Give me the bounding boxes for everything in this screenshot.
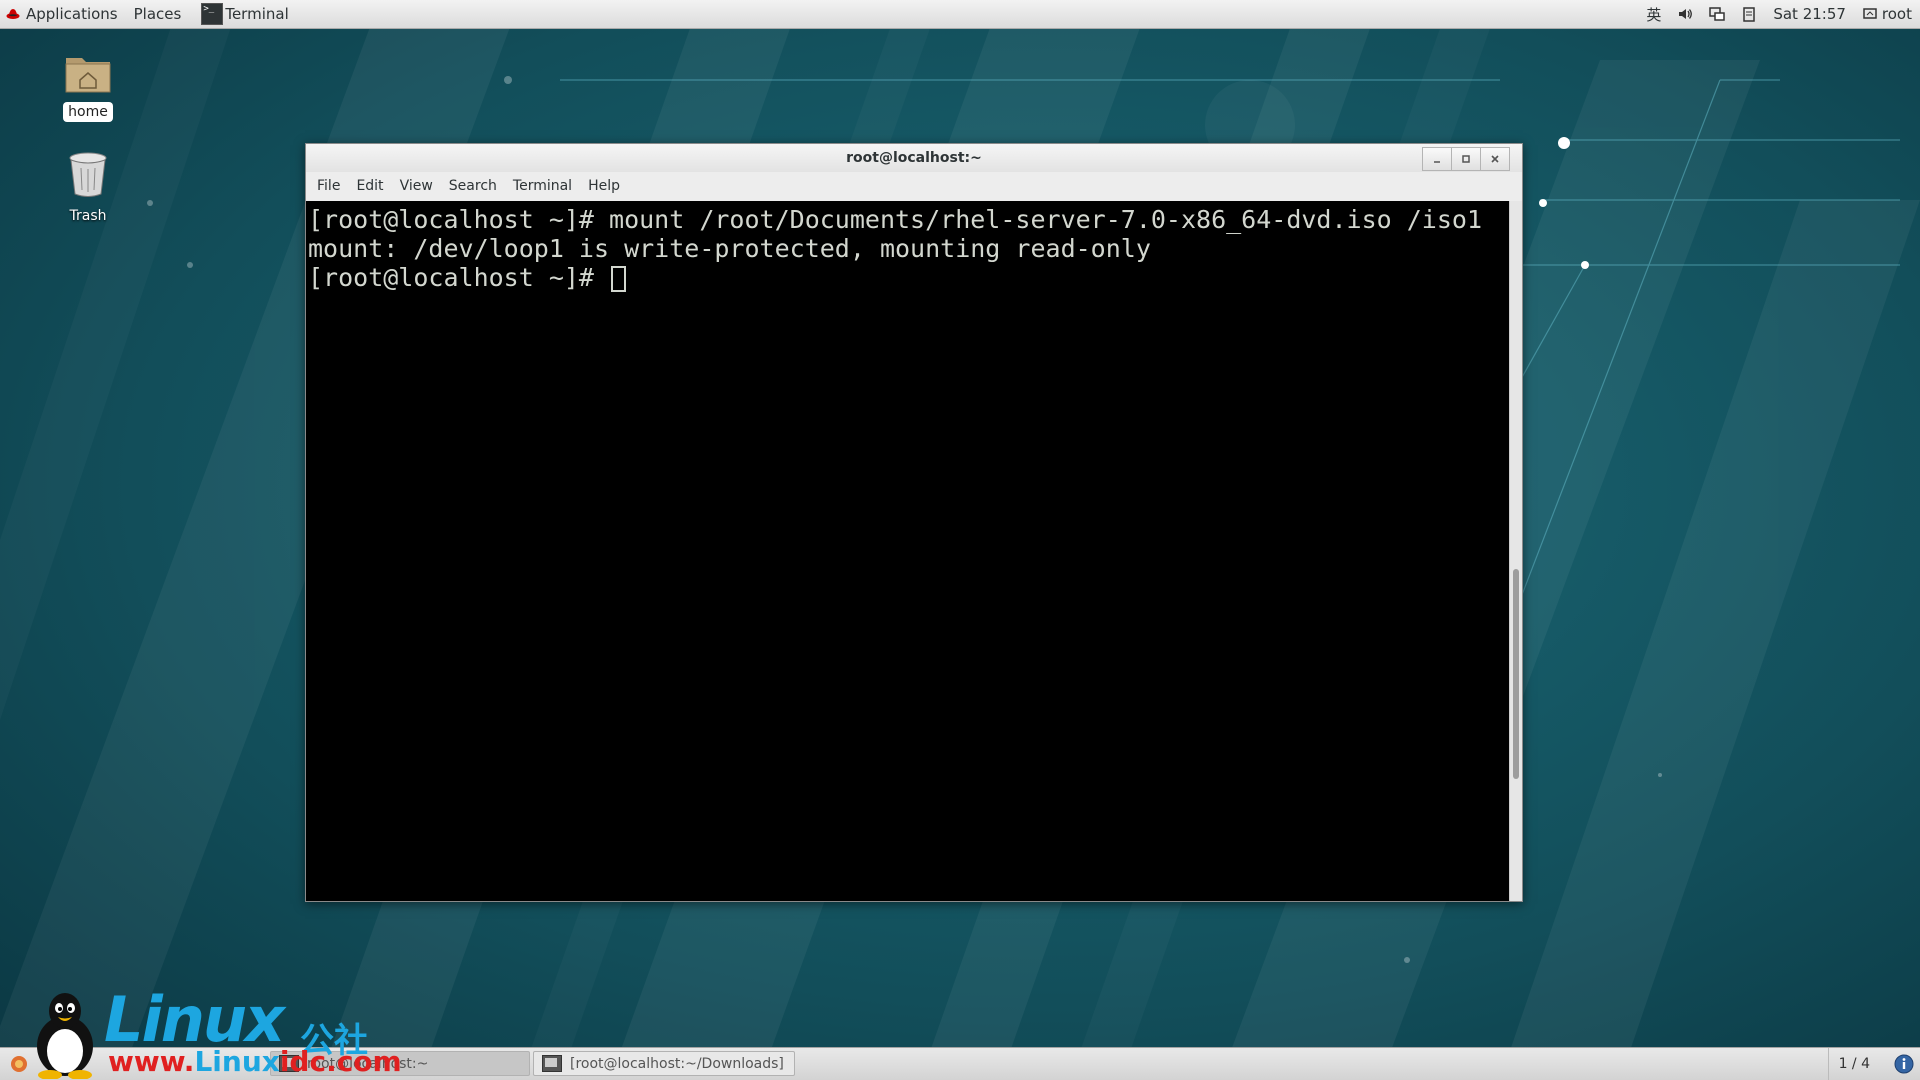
active-app-terminal[interactable]: Terminal [193,0,296,28]
close-icon [1491,155,1499,163]
maximize-icon [1462,155,1470,163]
system-tray: 英 Sat 21:57 root [1638,0,1920,28]
watermark-url-suffix: idc.com [279,1045,402,1078]
user-label: root [1881,5,1912,23]
window-controls [1422,147,1510,171]
menu-terminal[interactable]: Terminal [505,178,580,194]
input-method-indicator[interactable]: 英 [1638,4,1669,25]
notification-icon[interactable] [1894,1054,1914,1074]
terminal-line: [root@localhost ~]# mount /root/Document… [308,205,1482,234]
menu-search[interactable]: Search [441,178,505,194]
terminal-prompt: [root@localhost ~]# [308,263,610,292]
redhat-logo-icon [6,9,20,19]
window-titlebar[interactable]: root@localhost:~ [306,144,1522,172]
trash-label: Trash [69,208,107,224]
volume-icon[interactable] [1669,6,1701,22]
user-menu[interactable]: root [1854,5,1920,23]
clock[interactable]: Sat 21:57 [1765,5,1854,23]
trash-icon [69,152,107,197]
places-menu[interactable]: Places [126,0,190,28]
window-title: root@localhost:~ [846,150,982,166]
close-button[interactable] [1480,147,1510,171]
watermark-brand: Linux [104,983,285,1056]
watermark-url-accent: Linux [194,1045,280,1078]
terminal-cursor [611,266,627,292]
minimize-button[interactable] [1422,147,1452,171]
applications-label: Applications [26,5,118,23]
taskbar-label: [root@localhost:~/Downloads] [570,1055,784,1072]
terminal-scrollbar[interactable] [1509,201,1522,901]
terminal-prompt-line: [root@localhost ~]# [308,263,1507,292]
terminal-icon [201,3,224,25]
places-label: Places [133,5,182,23]
tux-penguin-icon [37,993,93,1079]
maximize-button[interactable] [1451,147,1481,171]
menu-edit[interactable]: Edit [348,178,391,194]
taskbar-item-terminal-downloads[interactable]: [root@localhost:~/Downloads] [533,1051,795,1076]
terminal-icon [542,1055,562,1072]
desktop-icon-home[interactable]: home [43,50,133,122]
terminal-line: mount: /dev/loop1 is write-protected, mo… [308,234,1151,263]
clipboard-icon[interactable] [1733,6,1765,22]
watermark-logo: Linux 公社 www.Linuxidc.com [20,983,402,1080]
applications-menu[interactable]: Applications [0,0,126,28]
minimize-icon [1434,161,1440,163]
terminal-window: root@localhost:~ File Edit View Search T… [305,143,1523,902]
workspace-switcher[interactable]: 1 / 4 [1827,1048,1880,1080]
top-panel: Applications Places Terminal 英 Sat 21:57… [0,0,1920,29]
active-app-label: Terminal [225,5,289,23]
watermark-url: www.Linuxidc.com [108,1047,402,1077]
user-icon [1863,8,1877,19]
desktop-icon-trash[interactable]: Trash [43,150,133,226]
terminal-menubar: File Edit View Search Terminal Help [306,172,1522,199]
network-icon[interactable] [1701,6,1733,22]
terminal-output[interactable]: [root@localhost ~]# mount /root/Document… [306,201,1509,901]
menu-file[interactable]: File [309,178,348,194]
home-folder-icon [65,58,111,93]
menu-view[interactable]: View [392,178,441,194]
home-label: home [63,102,113,122]
watermark-url-prefix: www. [108,1045,195,1078]
menu-help[interactable]: Help [580,178,628,194]
scrollbar-thumb[interactable] [1513,569,1519,779]
